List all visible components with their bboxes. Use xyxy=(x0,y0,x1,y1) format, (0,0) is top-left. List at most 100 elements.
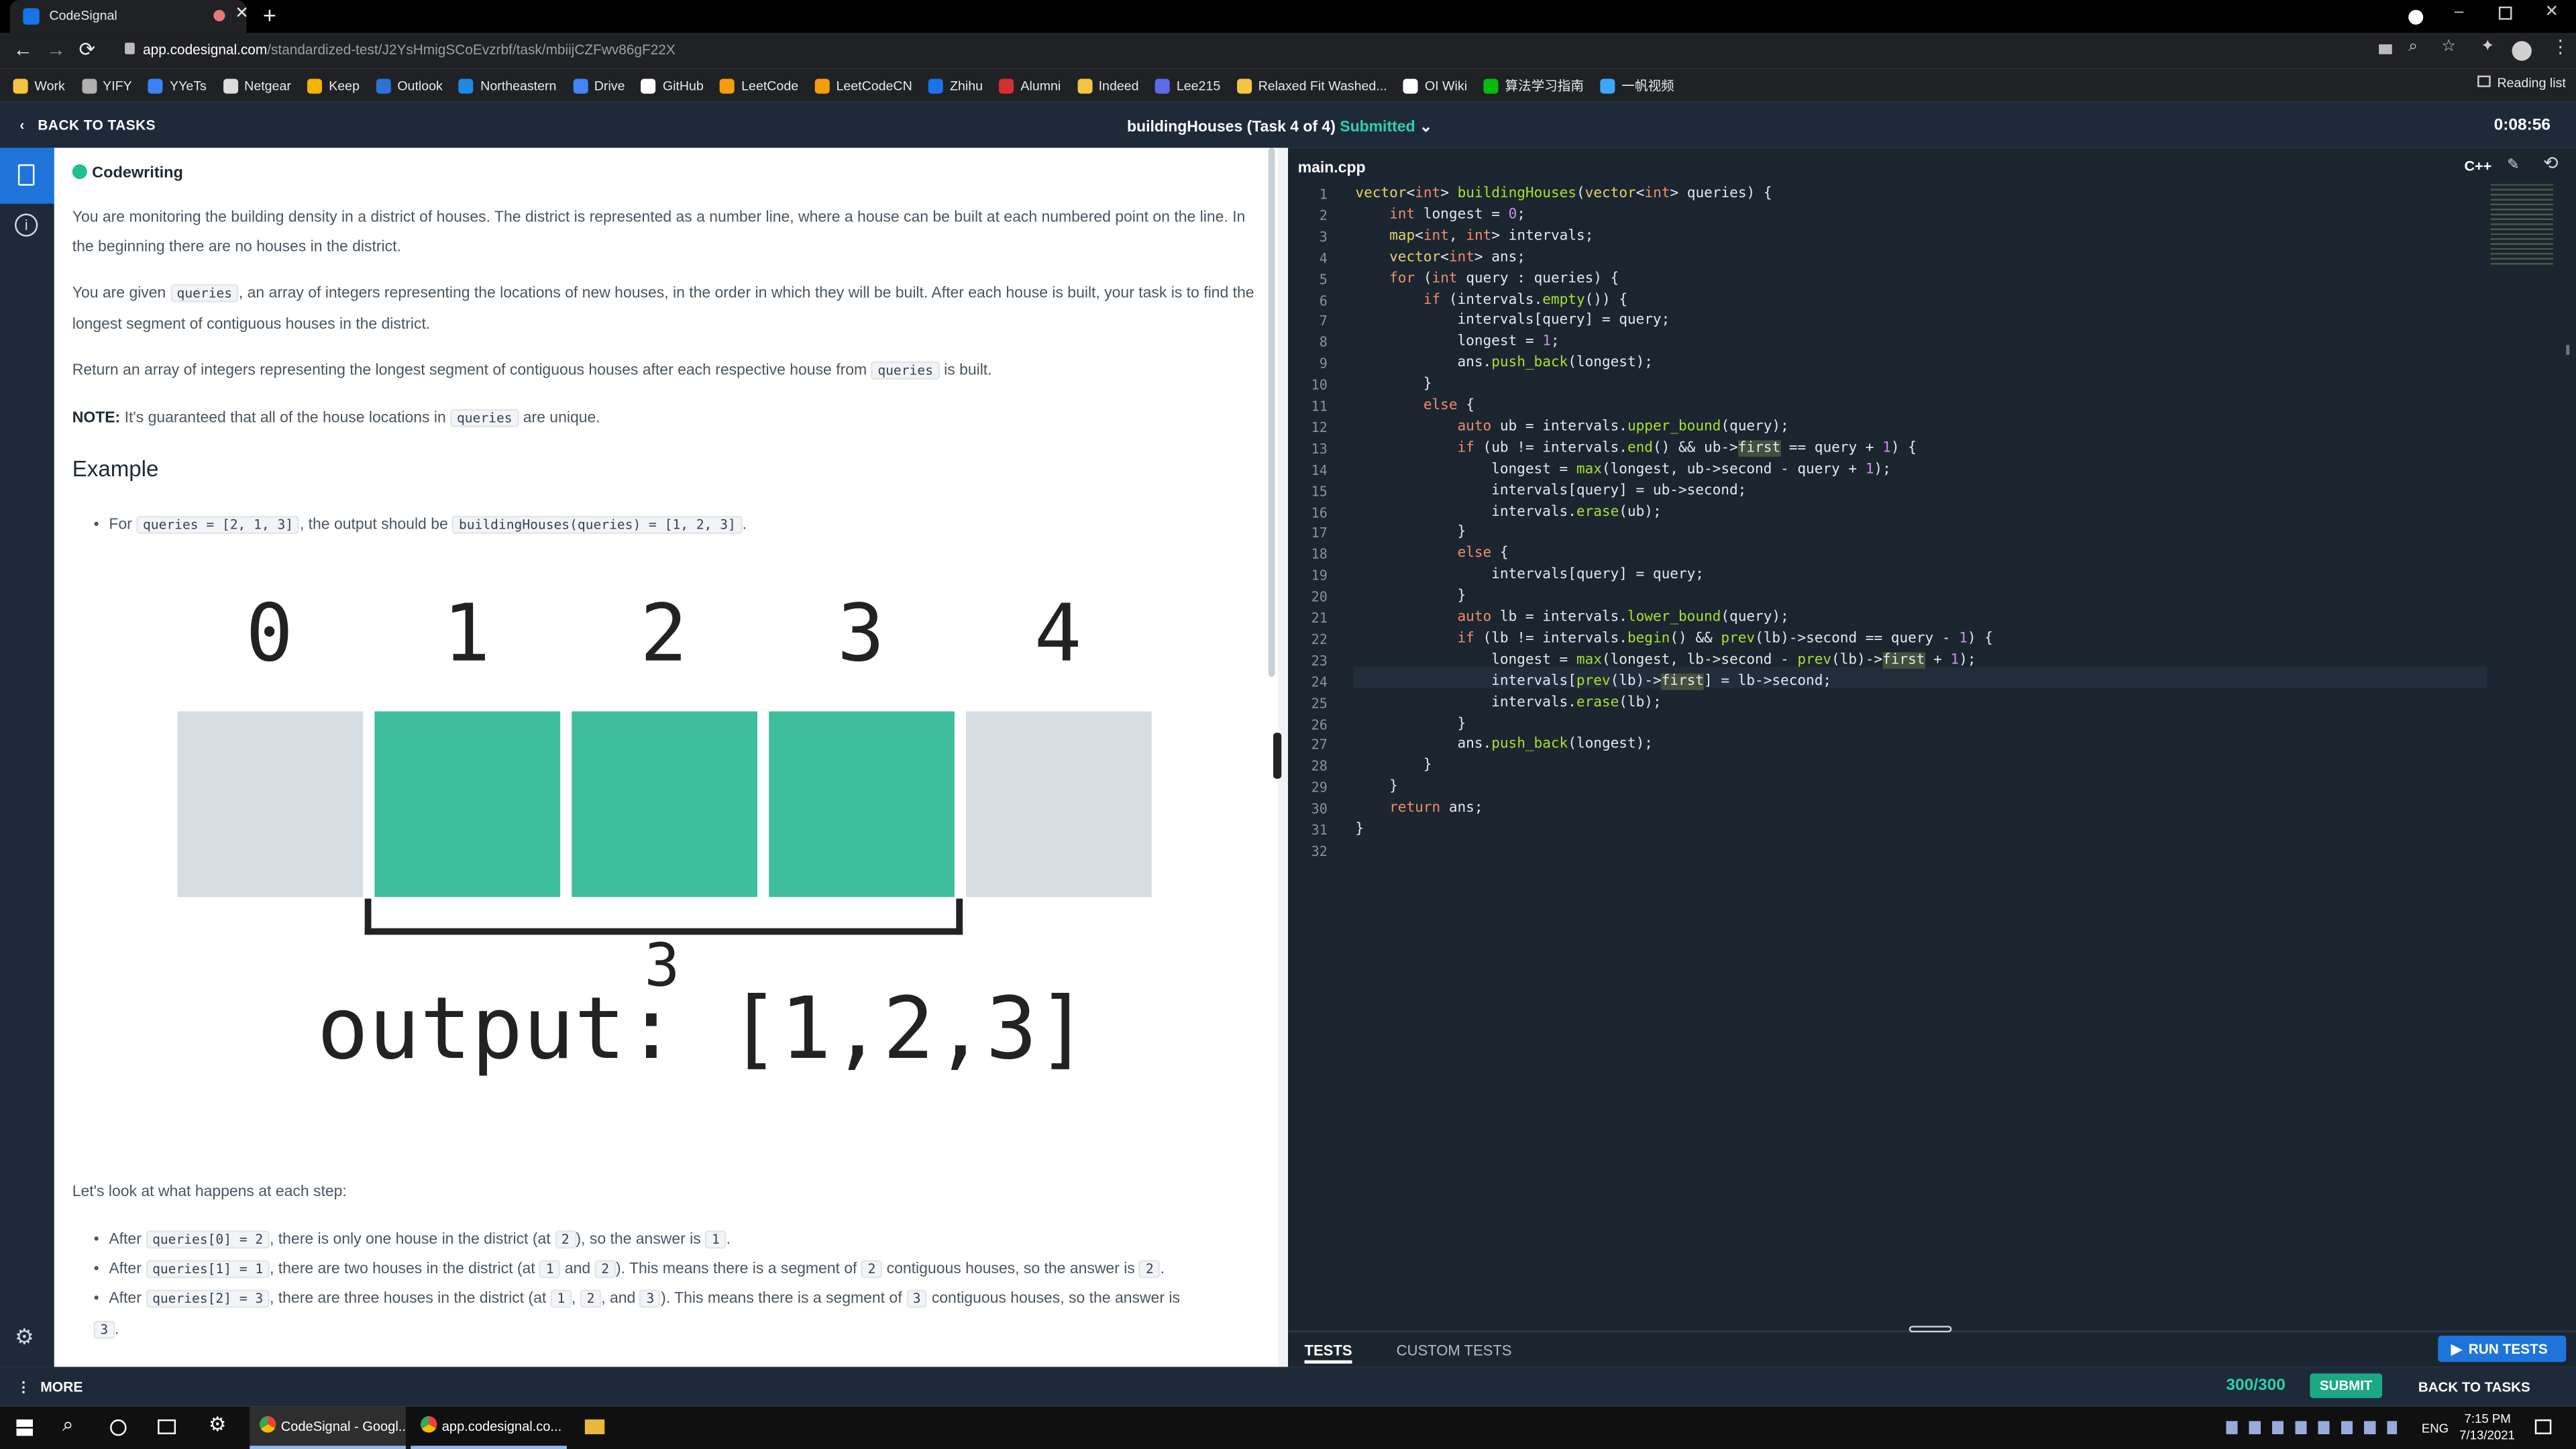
zoom-icon[interactable]: ⌕ xyxy=(2408,38,2418,56)
tab-custom-tests[interactable]: CUSTOM TESTS xyxy=(1397,1342,1512,1358)
bookmark-item[interactable]: Lee215 xyxy=(1155,78,1220,93)
language-selector[interactable]: C++ xyxy=(2464,158,2491,174)
notification-icon[interactable] xyxy=(2534,1419,2552,1434)
code-line[interactable]: else { xyxy=(1355,396,1474,417)
code-line[interactable]: return ans; xyxy=(1355,798,1483,820)
task-title[interactable]: buildingHouses (Task 4 of 4) Submitted ⌄ xyxy=(1127,117,1432,136)
new-tab-icon[interactable]: + xyxy=(263,1,276,28)
taskbar-app-chrome-2[interactable]: app.codesignal.co... xyxy=(411,1406,567,1449)
bookmark-item[interactable]: LeetCode xyxy=(720,78,798,93)
restore-icon[interactable] xyxy=(2498,6,2512,20)
bookmark-item[interactable]: Outlook xyxy=(376,78,443,93)
close-tab-icon[interactable]: ✕ xyxy=(235,5,249,23)
close-window-icon[interactable]: ✕ xyxy=(2545,3,2559,21)
code-line[interactable]: longest = max(longest, ub->second - quer… xyxy=(1355,460,1891,481)
code-line[interactable]: } xyxy=(1355,523,1466,545)
code-line[interactable]: intervals.erase(ub); xyxy=(1355,502,1661,523)
browser-tab[interactable]: CodeSignal ✕ xyxy=(9,0,249,33)
bookmark-item[interactable]: Zhihu xyxy=(928,78,983,93)
code-line[interactable]: intervals[prev(lb)->first] = lb->second; xyxy=(1355,672,1831,693)
taskbar-app-chrome-1[interactable]: CodeSignal - Googl... xyxy=(250,1406,406,1449)
avatar[interactable] xyxy=(2512,41,2532,61)
code-line[interactable]: longest = 1; xyxy=(1355,332,1559,354)
bookmark-item[interactable]: Alumni xyxy=(999,78,1061,93)
code-line[interactable]: } xyxy=(1355,777,1398,799)
code-line[interactable]: if (intervals.empty()) { xyxy=(1355,290,1627,311)
minimize-icon[interactable]: – xyxy=(2455,3,2464,21)
reload-icon[interactable]: ⟳ xyxy=(79,38,96,60)
reset-icon[interactable]: ⟲ xyxy=(2543,153,2559,174)
description-tab[interactable] xyxy=(0,148,54,204)
more-menu[interactable]: ⋮ MORE xyxy=(16,1379,83,1397)
code-line[interactable]: map<int, int> intervals; xyxy=(1355,226,1593,248)
bookmark-item[interactable]: Drive xyxy=(572,78,625,93)
star-icon[interactable]: ☆ xyxy=(2441,38,2456,56)
clock-date[interactable]: 7/13/2021 xyxy=(2459,1428,2515,1442)
code-line[interactable]: intervals[query] = query; xyxy=(1355,311,1670,333)
back-icon[interactable]: ← xyxy=(13,38,33,60)
edit-icon[interactable]: ✎ xyxy=(2507,156,2519,174)
bookmark-item[interactable]: 一帆视频 xyxy=(1600,76,1674,95)
reading-list-button[interactable]: Reading list xyxy=(2477,75,2566,91)
editor-scrollbar[interactable] xyxy=(2566,345,2570,355)
submit-button[interactable]: SUBMIT xyxy=(2310,1373,2383,1399)
tray-icons[interactable] xyxy=(2226,1421,2398,1434)
run-tests-button[interactable]: ▶ RUN TESTS xyxy=(2438,1336,2567,1362)
bookmark-item[interactable]: Northeastern xyxy=(459,78,556,93)
file-explorer-icon[interactable] xyxy=(584,1419,605,1434)
address-bar[interactable]: app.codesignal.com/standardized-test/J2Y… xyxy=(143,41,676,57)
bookmark-item[interactable]: Netgear xyxy=(223,78,291,93)
bookmark-item[interactable]: Keep xyxy=(307,78,360,93)
bookmark-item[interactable]: Indeed xyxy=(1077,78,1139,93)
code-line[interactable]: vector<int> ans; xyxy=(1355,248,1525,269)
code-line[interactable]: intervals[query] = ub->second; xyxy=(1355,481,1746,502)
code-line[interactable]: if (ub != intervals.end() && ub->first =… xyxy=(1355,438,1917,460)
code-line[interactable]: vector<int> buildingHouses(vector<int> q… xyxy=(1355,184,1772,205)
resize-grip[interactable] xyxy=(1909,1326,1952,1333)
pane-splitter[interactable] xyxy=(1268,148,1289,1367)
bookmark-item[interactable]: Work xyxy=(13,78,65,93)
settings-gear-icon[interactable]: ⚙ xyxy=(209,1413,226,1436)
tab-tests[interactable]: TESTS xyxy=(1304,1342,1352,1364)
settings-gear-icon[interactable]: ⚙ xyxy=(15,1324,34,1350)
task-view-icon[interactable] xyxy=(158,1419,176,1434)
bookmark-item[interactable]: YIFY xyxy=(81,78,132,93)
bookmark-item[interactable]: YYeTs xyxy=(148,78,207,93)
left-scrollbar-thumb[interactable] xyxy=(1268,148,1275,677)
extensions-icon[interactable]: ✦ xyxy=(2481,38,2495,56)
forward-icon[interactable]: → xyxy=(46,38,66,60)
profile-icon[interactable] xyxy=(2408,9,2424,25)
info-icon[interactable]: i xyxy=(15,213,38,237)
minimap[interactable] xyxy=(2490,180,2553,266)
code-line[interactable]: ans.push_back(longest); xyxy=(1355,735,1653,757)
code-line[interactable]: auto ub = intervals.upper_bound(query); xyxy=(1355,417,1788,439)
splitter-handle[interactable] xyxy=(1273,733,1282,779)
bookmark-item[interactable]: OI Wiki xyxy=(1403,78,1467,93)
code-line[interactable]: } xyxy=(1355,756,1432,777)
camera-icon[interactable] xyxy=(2379,44,2392,54)
bookmark-item[interactable]: Relaxed Fit Washed... xyxy=(1236,78,1387,93)
browser-menu-icon[interactable]: ⋮ xyxy=(2551,36,2569,57)
search-icon[interactable]: ⌕ xyxy=(62,1413,73,1438)
code-line[interactable]: longest = max(longest, lb->second - prev… xyxy=(1355,650,1976,672)
code-line[interactable]: for (int query : queries) { xyxy=(1355,269,1619,290)
code-line[interactable]: } xyxy=(1355,820,1364,841)
bookmark-item[interactable]: LeetCodeCN xyxy=(814,78,912,93)
code-line[interactable]: if (lb != intervals.begin() && prev(lb)-… xyxy=(1355,629,1992,651)
code-line[interactable]: ans.push_back(longest); xyxy=(1355,354,1653,375)
keyboard-language[interactable]: ENG xyxy=(2422,1421,2449,1436)
code-line[interactable]: } xyxy=(1355,714,1466,735)
clock-time[interactable]: 7:15 PM xyxy=(2464,1411,2510,1426)
cortana-icon[interactable] xyxy=(110,1419,127,1436)
code-line[interactable]: auto lb = intervals.lower_bound(query); xyxy=(1355,608,1788,629)
windows-start-icon[interactable] xyxy=(16,1419,33,1436)
code-line[interactable]: intervals.erase(lb); xyxy=(1355,692,1661,714)
bookmark-item[interactable]: 算法学习指南 xyxy=(1483,76,1584,95)
code-line[interactable]: int longest = 0; xyxy=(1355,205,1525,227)
back-to-tasks-link[interactable]: ‹ BACK TO TASKS xyxy=(19,117,156,133)
back-to-tasks-button[interactable]: BACK TO TASKS xyxy=(2418,1379,2530,1395)
code-line[interactable]: } xyxy=(1355,587,1466,608)
code-line[interactable]: intervals[query] = query; xyxy=(1355,566,1704,587)
bookmark-item[interactable]: GitHub xyxy=(641,78,704,93)
code-line[interactable]: else { xyxy=(1355,544,1508,566)
